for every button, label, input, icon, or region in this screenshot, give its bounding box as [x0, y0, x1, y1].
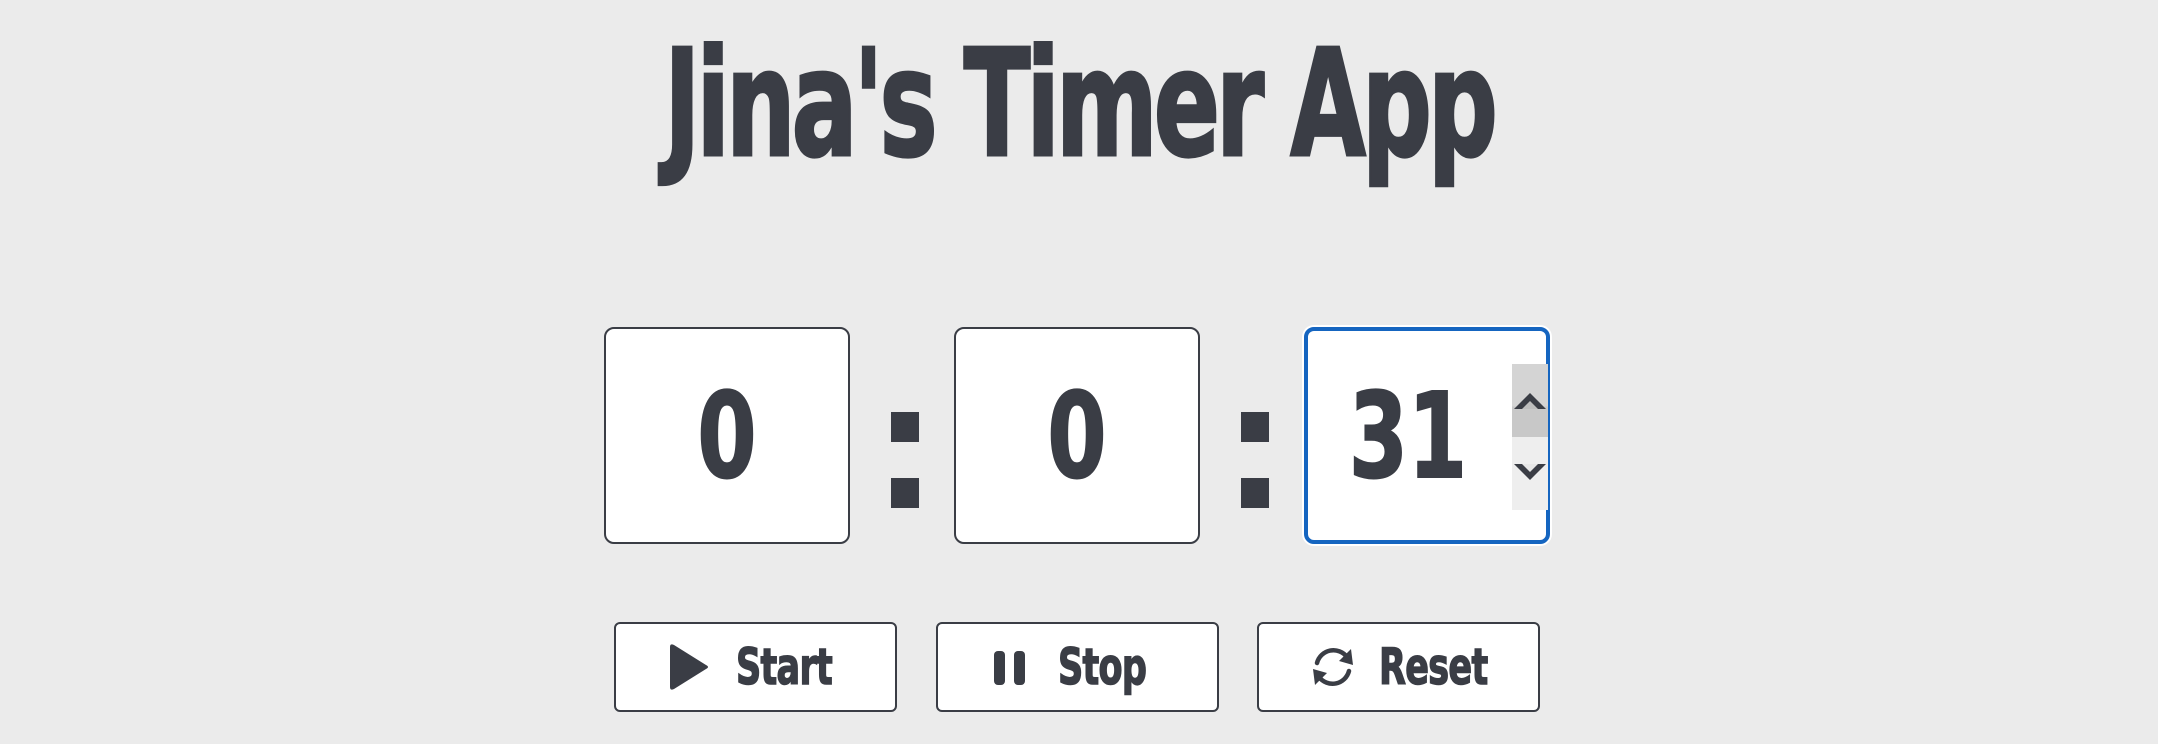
separator-dot [891, 478, 919, 508]
minutes-value: 0 [1047, 366, 1108, 506]
reset-button[interactable]: Reset [1257, 622, 1540, 712]
page-title: Jina's Timer App [663, 17, 1499, 192]
play-icon [666, 643, 710, 691]
decrement-button[interactable] [1512, 437, 1548, 510]
time-separator [891, 412, 919, 510]
stop-label: Stop [1057, 637, 1147, 697]
refresh-icon [1309, 643, 1353, 691]
hours-value: 0 [697, 366, 758, 506]
minutes-input[interactable]: 0 [954, 327, 1200, 544]
seconds-value: 31 [1348, 366, 1468, 506]
triangle-down-icon [1514, 464, 1546, 480]
seconds-spinner[interactable] [1512, 364, 1548, 510]
separator-dot [891, 412, 919, 442]
separator-dot [1241, 412, 1269, 442]
triangle-up-icon [1514, 393, 1546, 409]
reset-label: Reset [1378, 637, 1488, 697]
separator-dot [1241, 478, 1269, 508]
hours-input[interactable]: 0 [604, 327, 850, 544]
pause-icon [988, 643, 1032, 691]
increment-button[interactable] [1512, 364, 1548, 437]
time-separator [1241, 412, 1269, 510]
start-button[interactable]: Start [614, 622, 897, 712]
stop-button[interactable]: Stop [936, 622, 1219, 712]
start-label: Start [735, 637, 833, 697]
